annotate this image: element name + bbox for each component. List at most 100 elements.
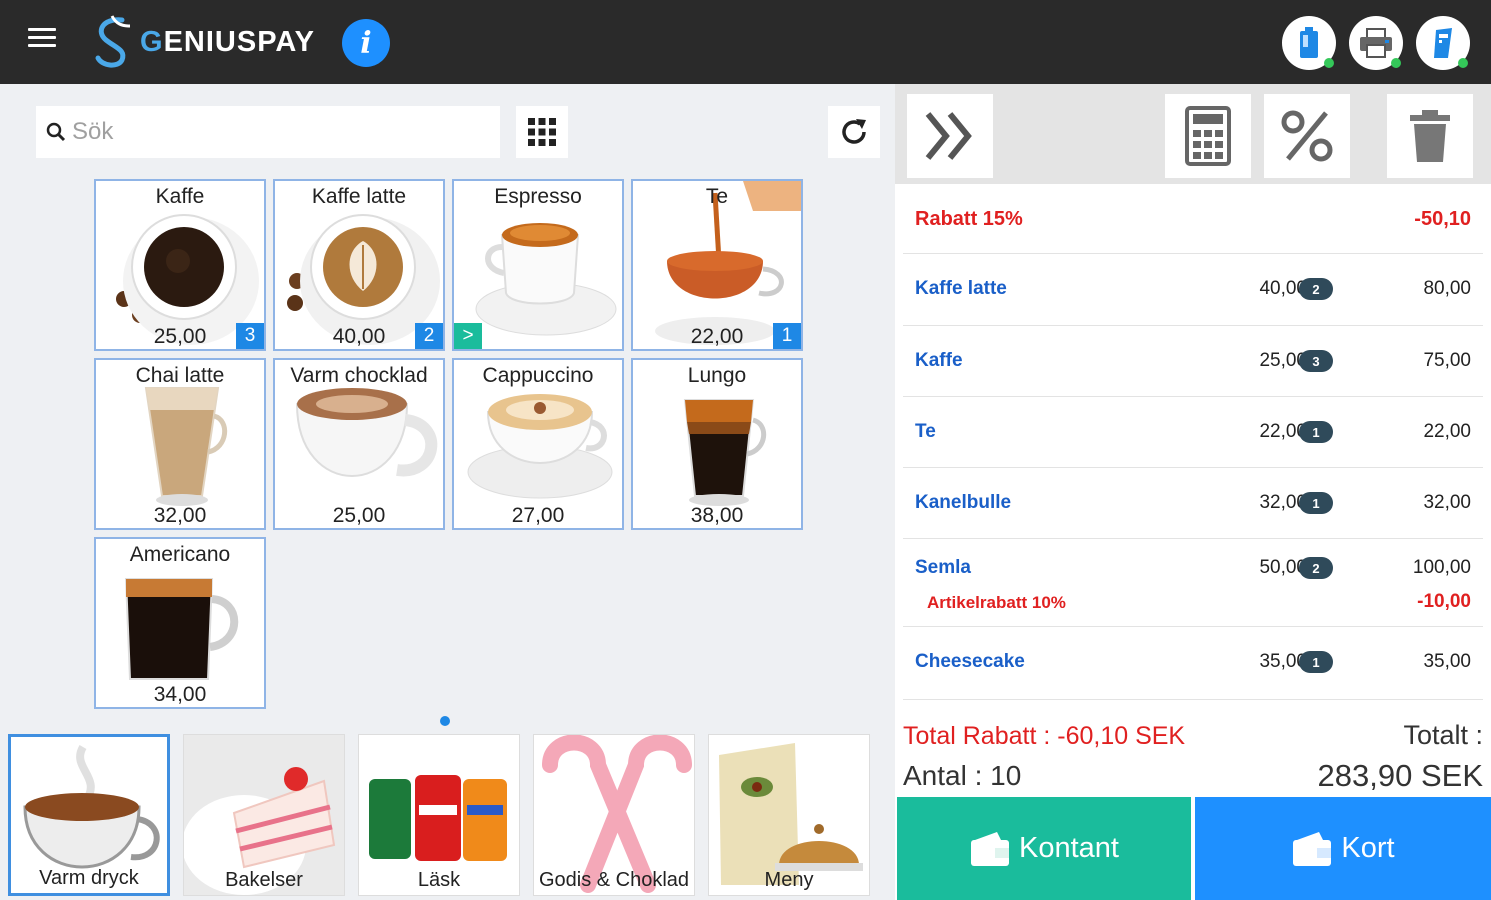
item-qty-badge: 2 [1299,557,1333,579]
next-page-icon[interactable]: > [454,323,482,349]
battery-button[interactable] [1282,16,1336,70]
brand-prefix: G [140,25,164,58]
cart-item-row[interactable]: Kaffe 25,00 3 75,00 [903,326,1483,397]
pay-card-button[interactable]: Kort [1195,797,1491,900]
status-dot [1391,58,1401,68]
item-discount-value: -10,00 [1417,591,1471,612]
product-name: Te [705,185,729,208]
expand-button[interactable] [907,94,993,178]
cart-panel: Rabatt 15% -50,10 Kaffe latte 40,00 2 80… [895,84,1491,900]
printer-icon [1360,28,1392,58]
item-total: 32,00 [1423,492,1471,513]
product-count-badge: 1 [773,323,801,349]
item-qty-badge: 2 [1299,278,1333,300]
item-discount-label: Artikelrabatt 10% [927,593,1066,612]
cart-item-row[interactable]: Semla 50,00 2 100,00 Artikelrabatt 10% -… [903,539,1483,627]
pay-card-label: Kort [1341,832,1395,864]
item-total: 80,00 [1423,278,1471,299]
search-icon [46,122,66,142]
search-input[interactable] [72,118,472,146]
geniuspay-logo-icon [95,15,131,68]
status-dot [1458,58,1468,68]
product-tile-te[interactable]: Te 22,00 1 [631,179,803,351]
item-name: Kanelbulle [915,492,1012,513]
pay-cash-label: Kontant [1019,832,1119,864]
battery-icon [1300,27,1318,58]
item-total: 100,00 [1412,557,1471,578]
product-tile-cappuccino[interactable]: Cappuccino 27,00 [452,358,624,530]
item-name: Semla [915,557,971,578]
item-total: 35,00 [1423,651,1471,672]
search-box[interactable] [36,106,500,158]
menu-icon[interactable] [28,28,56,50]
card-wallet-icon [1293,831,1332,866]
grid-icon [528,118,556,146]
double-chevron-right-icon [925,112,972,160]
calculator-button[interactable] [1165,94,1251,178]
product-count-badge: 2 [415,323,443,349]
product-tile-kaffe[interactable]: Kaffe 25,00 3 [94,179,266,351]
cart-item-row[interactable]: Te 22,00 1 22,00 [903,397,1483,468]
category-lask[interactable]: Läsk [358,734,520,896]
product-tile-chai-latte[interactable]: Chai latte 32,00 [94,358,266,530]
category-bakelser[interactable]: Bakelser [183,734,345,896]
category-varm-dryck[interactable]: Varm dryck [8,734,170,896]
clear-cart-button[interactable] [1387,94,1473,178]
calculator-icon [1185,106,1231,166]
card-reader-icon [1434,28,1452,58]
product-name: Kaffe [155,185,205,208]
product-name: Cappuccino [482,364,594,387]
item-name: Kaffe [915,350,963,371]
item-qty-badge: 1 [1299,421,1333,443]
item-total: 75,00 [1423,350,1471,371]
status-dot [1324,58,1334,68]
product-name: Chai latte [135,364,225,387]
category-meny[interactable]: Meny [708,734,870,896]
cart-item-row[interactable]: Kaffe latte 40,00 2 80,00 [903,254,1483,326]
product-tile-kaffe-latte[interactable]: Kaffe latte 40,00 2 [273,179,445,351]
total-label: Totalt : [1403,720,1483,750]
trash-icon [1410,110,1450,162]
product-panel: Kaffe 25,00 3 Kaffe latte 40,00 2 Espres… [0,84,895,900]
wallet-icon [971,831,1009,866]
item-name: Te [915,421,936,442]
total-amount: 283,90 SEK [1317,758,1483,793]
product-tile-varm-chocklad[interactable]: Varm chocklad 25,00 [273,358,445,530]
grid-view-button[interactable] [516,106,568,158]
cart-discount-row[interactable]: Rabatt 15% -50,10 [903,184,1483,254]
product-price: 38,00 [690,504,744,527]
top-bar: GENIUSPAY i [0,0,1491,84]
cart-item-row[interactable]: Kanelbulle 32,00 1 32,00 [903,468,1483,539]
product-name: Espresso [494,185,582,208]
category-label: Godis & Choklad [538,869,690,891]
cart-item-row[interactable]: Cheesecake 35,00 1 35,00 [903,627,1483,700]
printer-button[interactable] [1349,16,1403,70]
category-label: Varm dryck [39,867,139,889]
product-tile-lungo[interactable]: Lungo 38,00 [631,358,803,530]
discount-button[interactable] [1264,94,1350,178]
percent-icon [1281,110,1333,162]
discount-value: -50,10 [1414,208,1471,230]
product-name: Kaffe latte [311,185,407,208]
category-label: Läsk [417,869,461,891]
card-reader-button[interactable] [1416,16,1470,70]
product-price: 27,00 [511,504,565,527]
product-price: 34,00 [153,683,207,706]
brand-logo: GENIUSPAY [92,14,315,70]
item-qty-badge: 1 [1299,651,1333,673]
product-tile-espresso[interactable]: Espresso > [452,179,624,351]
product-tile-americano[interactable]: Americano 34,00 [94,537,266,709]
refresh-button[interactable] [828,106,880,158]
category-label: Meny [764,869,814,891]
item-total: 22,00 [1423,421,1471,442]
refresh-icon [842,119,866,144]
pay-cash-button[interactable]: Kontant [897,797,1191,900]
info-button[interactable]: i [342,19,390,67]
cart-summary: Total Rabatt : -60,10 SEK Antal : 10 Tot… [895,714,1491,796]
page-indicator-dot [440,716,450,726]
product-name: Lungo [687,364,747,387]
product-name: Varm chocklad [290,364,428,387]
product-price: 25,00 [332,504,386,527]
category-godis-choklad[interactable]: Godis & Choklad [533,734,695,896]
product-name: Americano [129,543,231,566]
